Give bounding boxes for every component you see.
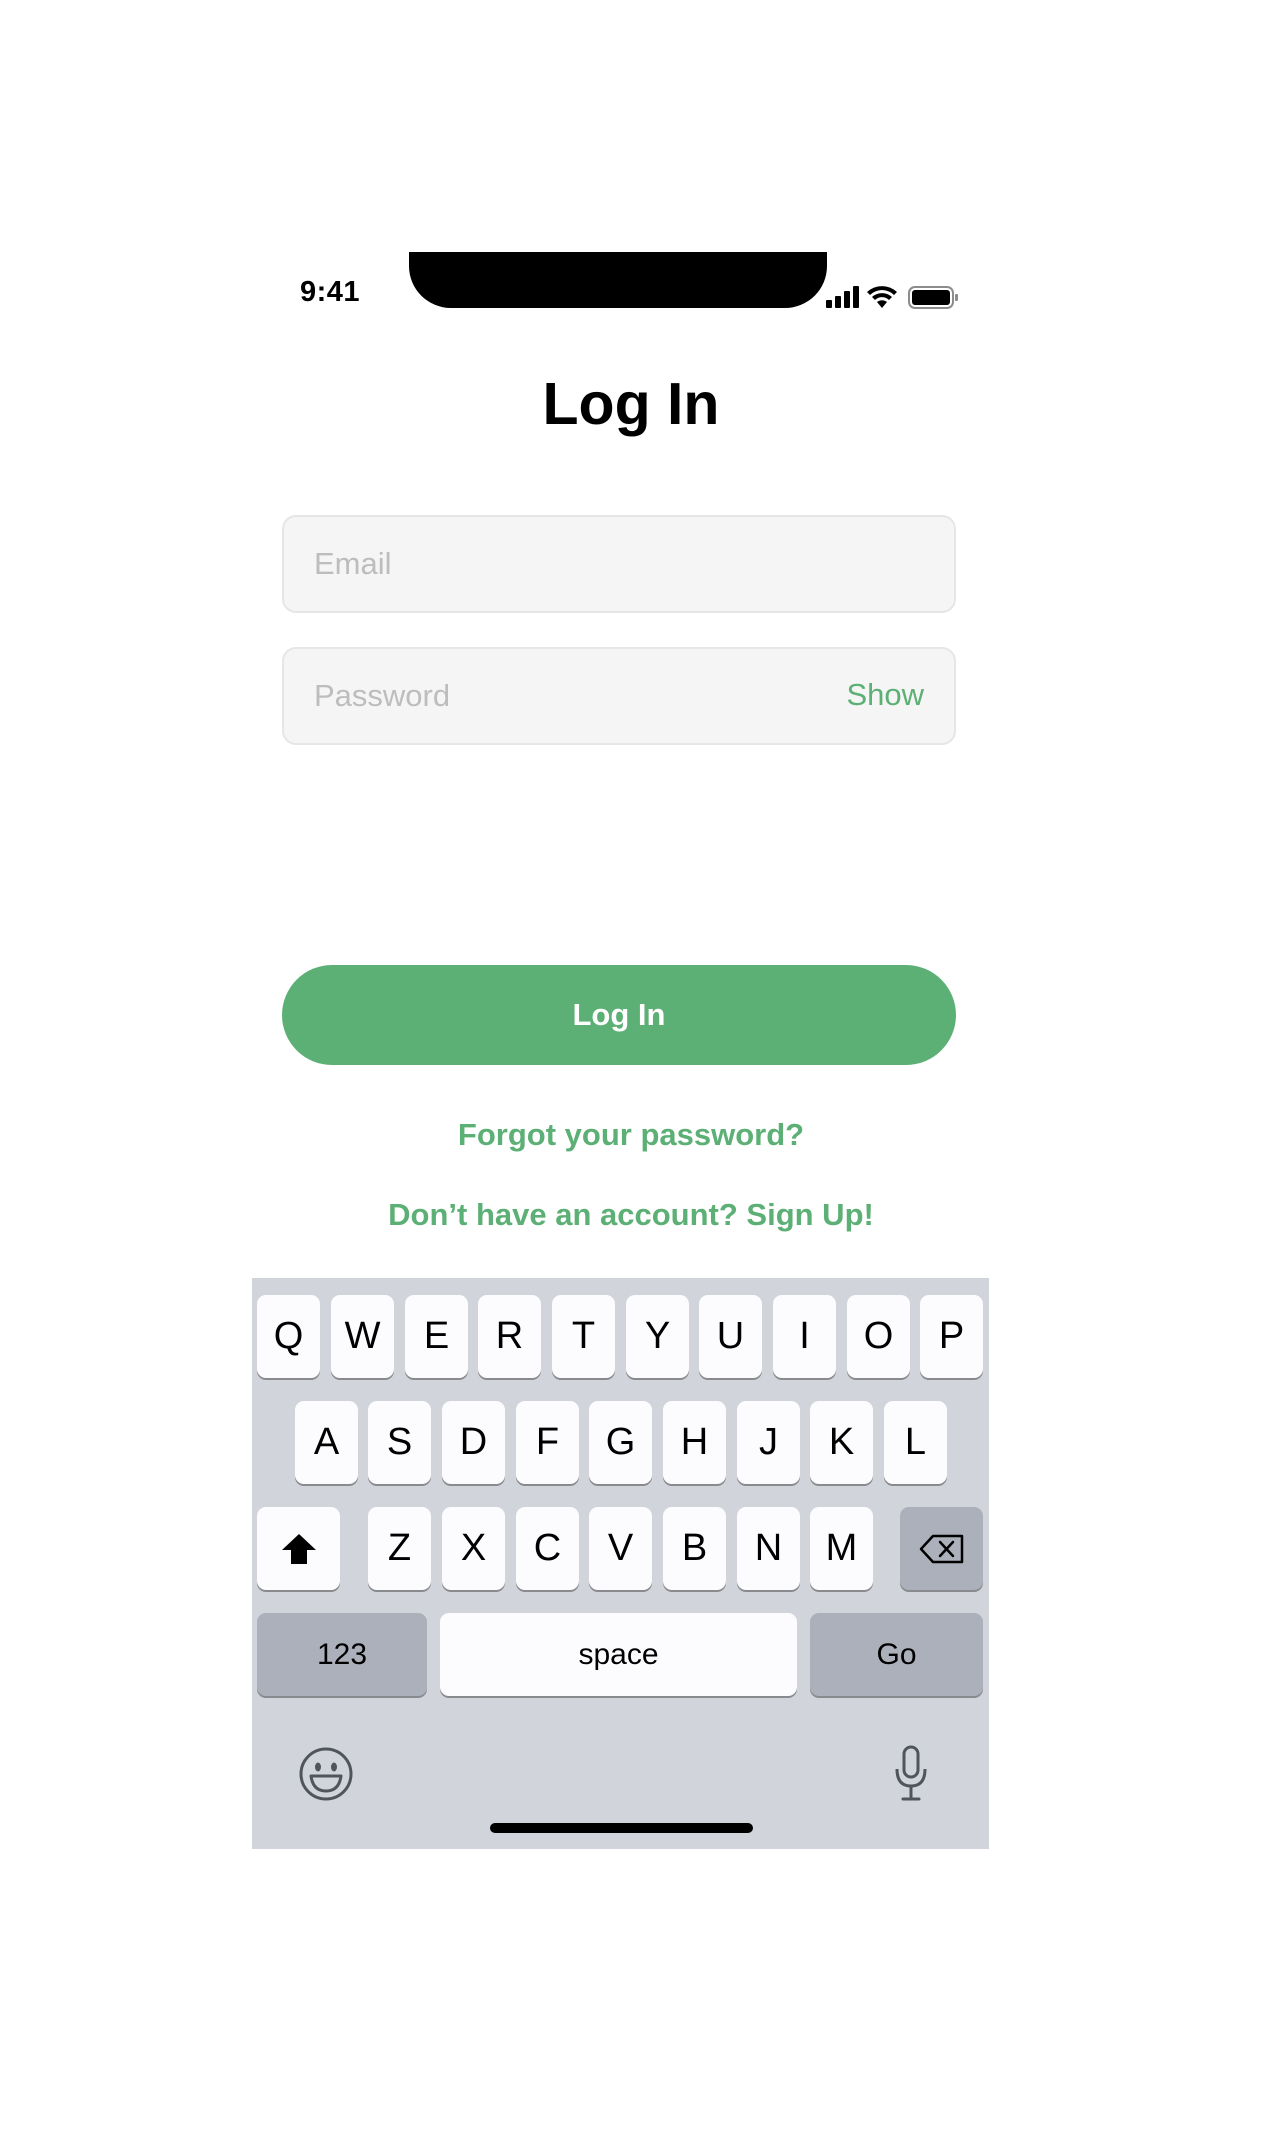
go-key[interactable]: Go <box>810 1613 983 1696</box>
show-password-toggle[interactable]: Show <box>846 677 924 713</box>
wifi-icon <box>867 286 897 308</box>
key-q[interactable]: Q <box>257 1295 320 1378</box>
key-x[interactable]: X <box>442 1507 505 1590</box>
key-h[interactable]: H <box>663 1401 726 1484</box>
forgot-password-link[interactable]: Forgot your password? <box>0 1117 1262 1153</box>
device-notch <box>409 252 827 308</box>
shift-arrow-icon <box>281 1533 316 1564</box>
on-screen-keyboard: Q W E R T Y U I O P A S D F G H J K L Z … <box>252 1278 989 1849</box>
cellular-signal-icon <box>826 286 859 308</box>
key-n[interactable]: N <box>737 1507 800 1590</box>
battery-icon <box>908 286 958 309</box>
key-f[interactable]: F <box>516 1401 579 1484</box>
login-button[interactable]: Log In <box>282 965 956 1065</box>
email-field[interactable] <box>282 515 956 613</box>
key-e[interactable]: E <box>405 1295 468 1378</box>
key-s[interactable]: S <box>368 1401 431 1484</box>
key-l[interactable]: L <box>884 1401 947 1484</box>
key-u[interactable]: U <box>699 1295 762 1378</box>
login-button-label: Log In <box>572 997 666 1032</box>
key-i[interactable]: I <box>773 1295 836 1378</box>
key-y[interactable]: Y <box>626 1295 689 1378</box>
home-indicator <box>490 1823 753 1833</box>
emoji-button[interactable] <box>298 1746 354 1802</box>
microphone-icon <box>895 1745 927 1801</box>
key-t[interactable]: T <box>552 1295 615 1378</box>
status-icons <box>824 282 960 312</box>
dictation-button[interactable] <box>893 1744 929 1804</box>
key-w[interactable]: W <box>331 1295 394 1378</box>
key-b[interactable]: B <box>663 1507 726 1590</box>
key-c[interactable]: C <box>516 1507 579 1590</box>
key-m[interactable]: M <box>810 1507 873 1590</box>
shift-key[interactable] <box>257 1507 340 1590</box>
key-k[interactable]: K <box>810 1401 873 1484</box>
password-input[interactable] <box>314 649 794 743</box>
backspace-key[interactable] <box>900 1507 983 1590</box>
key-g[interactable]: G <box>589 1401 652 1484</box>
page-title: Log In <box>542 371 720 437</box>
backspace-icon <box>919 1534 963 1563</box>
key-r[interactable]: R <box>478 1295 541 1378</box>
key-a[interactable]: A <box>295 1401 358 1484</box>
key-o[interactable]: O <box>847 1295 910 1378</box>
password-field[interactable]: Show <box>282 647 956 745</box>
numbers-key[interactable]: 123 <box>257 1613 427 1696</box>
key-z[interactable]: Z <box>368 1507 431 1590</box>
key-v[interactable]: V <box>589 1507 652 1590</box>
key-p[interactable]: P <box>920 1295 983 1378</box>
key-j[interactable]: J <box>737 1401 800 1484</box>
key-d[interactable]: D <box>442 1401 505 1484</box>
email-input[interactable] <box>314 517 794 611</box>
status-time: 9:41 <box>300 276 361 308</box>
emoji-icon <box>299 1747 353 1801</box>
space-key[interactable]: space <box>440 1613 797 1696</box>
signup-link[interactable]: Don’t have an account? Sign Up! <box>0 1197 1262 1233</box>
